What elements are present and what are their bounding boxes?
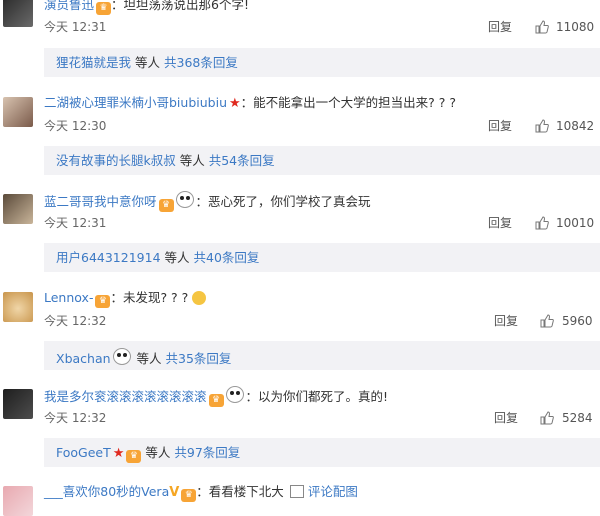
sub-reply-count-link[interactable]: 共40条回复 xyxy=(194,250,260,265)
panda-icon xyxy=(175,191,194,208)
sub-reply-user[interactable]: Xbachan xyxy=(56,351,111,366)
vip-badge-icon: ♛ xyxy=(181,489,197,502)
reply-button[interactable]: 回复 xyxy=(488,118,512,134)
like-icon[interactable] xyxy=(540,411,554,425)
username-link[interactable]: 二湖被心理罪米楠小哥biubiubiu xyxy=(44,95,227,110)
comment-time: 今天 12:31 xyxy=(44,216,107,230)
like-count: 5284 xyxy=(562,411,593,425)
sub-reply-count-link[interactable]: 共54条回复 xyxy=(209,153,275,168)
comment-header: 二湖被心理罪米楠小哥biubiubiu ★：能不能拿出一个大学的担当出来? ? ? xyxy=(44,94,456,113)
username-link[interactable]: ___喜欢你80秒的Vera xyxy=(44,484,169,499)
comment-text: ：以为你们都死了。真的! xyxy=(245,389,389,404)
like-count: 5960 xyxy=(562,314,593,328)
comment-header: 演员鲁迅 ♛ ：坦坦荡荡说出那6个字! xyxy=(44,0,249,15)
like-icon[interactable] xyxy=(535,216,549,230)
comment-header: Lennox- ♛ ：未发现? ? ? xyxy=(44,289,207,308)
avatar[interactable] xyxy=(3,389,33,419)
like-count: 11080 xyxy=(556,20,595,34)
sub-reply-user[interactable]: 狸花猫就是我 xyxy=(56,55,131,70)
panda-icon xyxy=(225,386,244,403)
comment-header: ___喜欢你80秒的VeraV ♛ ：看看楼下北大 评论配图 xyxy=(44,483,358,502)
like-icon[interactable] xyxy=(535,20,549,34)
like-icon[interactable] xyxy=(535,119,549,133)
verified-v-icon: V xyxy=(169,485,180,500)
comment-time: 今天 12:31 xyxy=(44,20,107,34)
like-count: 10010 xyxy=(556,216,595,230)
comment-time: 今天 12:30 xyxy=(44,119,107,133)
sub-reply-count-link[interactable]: 共368条回复 xyxy=(164,55,238,70)
star-badge-icon: ★ xyxy=(112,446,125,461)
comment-text: ：未发现? ? ? xyxy=(110,290,189,305)
comment-time: 今天 12:32 xyxy=(44,411,107,425)
vip-badge-icon: ♛ xyxy=(208,394,224,407)
comment-header: 蓝二哥哥我中意你呀 ♛ ：恶心死了，你们学校了真会玩 xyxy=(44,191,371,212)
comment-text: ：能不能拿出一个大学的担当出来? ? ? xyxy=(240,95,457,110)
vip-badge-icon: ♛ xyxy=(126,450,142,463)
image-icon xyxy=(289,485,304,498)
sub-reply-user[interactable]: FooGeeT xyxy=(56,445,111,460)
sub-reply-others: 等人 xyxy=(179,153,205,168)
sub-replies-box[interactable]: Xbachan 等人 共35条回复 xyxy=(44,341,600,370)
sub-replies-box[interactable]: 狸花猫就是我 等人 共368条回复 xyxy=(44,48,600,77)
sub-replies-box[interactable]: 没有故事的长腿k叔叔 等人 共54条回复 xyxy=(44,146,600,175)
sub-reply-count-link[interactable]: 共97条回复 xyxy=(174,445,240,460)
username-link[interactable]: Lennox- xyxy=(44,290,93,305)
sub-reply-others: 等人 xyxy=(136,351,162,366)
sub-reply-count-link[interactable]: 共35条回复 xyxy=(166,351,232,366)
vip-badge-icon: ♛ xyxy=(158,199,174,212)
comment-header: 我是多尔衮滚滚滚滚滚滚滚滚 ♛ ：以为你们都死了。真的! xyxy=(44,386,388,407)
comment-text: ：看看楼下北大 xyxy=(196,484,284,499)
avatar[interactable] xyxy=(3,194,33,224)
sub-replies-box[interactable]: 用户6443121914 等人 共40条回复 xyxy=(44,243,600,272)
comment-text: ：坦坦荡荡说出那6个字! xyxy=(111,0,249,12)
sub-reply-others: 等人 xyxy=(135,55,161,70)
comment-image-link[interactable]: 评论配图 xyxy=(308,484,358,499)
like-count: 10842 xyxy=(556,119,595,133)
comment-text: ：恶心死了，你们学校了真会玩 xyxy=(195,194,371,209)
avatar[interactable] xyxy=(3,292,33,322)
avatar[interactable] xyxy=(3,486,33,516)
sub-reply-user[interactable]: 没有故事的长腿k叔叔 xyxy=(56,153,176,168)
sub-reply-others: 等人 xyxy=(164,250,190,265)
avatar[interactable] xyxy=(3,97,33,127)
reply-button[interactable]: 回复 xyxy=(488,215,512,231)
star-badge-icon: ★ xyxy=(229,96,241,111)
reply-button[interactable]: 回复 xyxy=(494,410,518,426)
vip-badge-icon: ♛ xyxy=(96,2,112,15)
username-link[interactable]: 演员鲁迅 xyxy=(44,0,94,12)
like-icon[interactable] xyxy=(540,314,554,328)
avatar[interactable] xyxy=(3,0,33,27)
username-link[interactable]: 我是多尔衮滚滚滚滚滚滚滚滚 xyxy=(44,389,207,404)
panda-icon xyxy=(112,348,131,365)
sub-reply-others: 等人 xyxy=(145,445,171,460)
vip-badge-icon: ♛ xyxy=(95,295,111,308)
sub-replies-box[interactable]: FooGeeT ★ ♛ 等人 共97条回复 xyxy=(44,438,600,467)
reply-button[interactable]: 回复 xyxy=(488,19,512,35)
sub-reply-user[interactable]: 用户6443121914 xyxy=(56,250,161,265)
comment-time: 今天 12:32 xyxy=(44,314,107,328)
username-link[interactable]: 蓝二哥哥我中意你呀 xyxy=(44,194,157,209)
reading-emoji-icon xyxy=(192,291,207,305)
reply-button[interactable]: 回复 xyxy=(494,313,518,329)
